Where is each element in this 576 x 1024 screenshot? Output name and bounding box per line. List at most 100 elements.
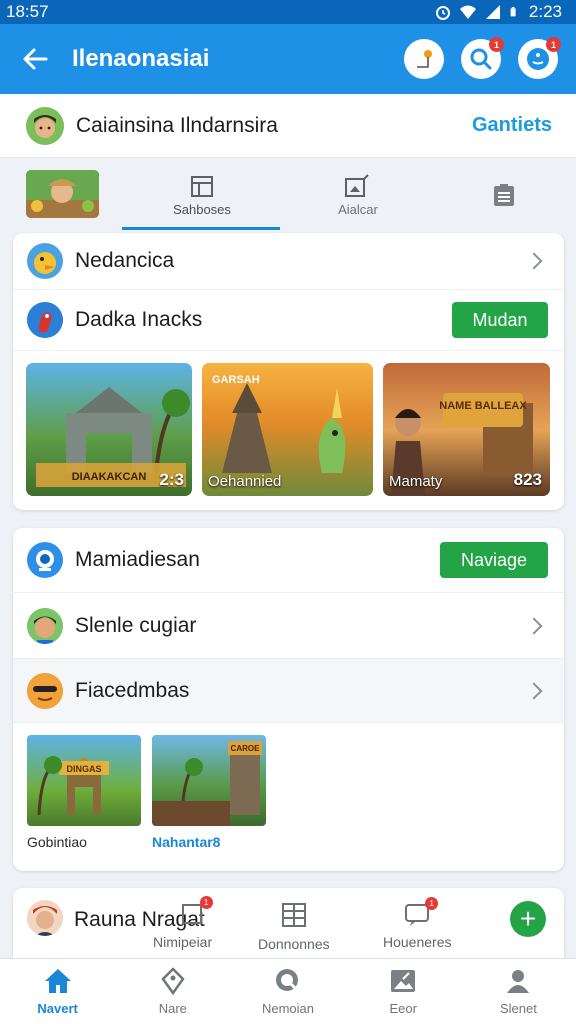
small-thumbnail: DINGAS: [27, 735, 141, 826]
small-thumbnail-item[interactable]: CAROE Nahantar8: [152, 735, 266, 850]
tab-thumbnail[interactable]: [26, 170, 99, 218]
search-button[interactable]: 1: [461, 37, 504, 79]
status-time-left: 18:57: [6, 2, 49, 21]
picture-icon: [345, 173, 369, 197]
naviage-button[interactable]: Naviage: [440, 542, 548, 578]
boy-face-icon: [27, 607, 63, 644]
featured-card: Nedancica Dadka Inacks Mudan DIAAKAKCAN …: [13, 233, 564, 510]
tag-icon: [161, 967, 185, 995]
mudan-button[interactable]: Mudan: [452, 302, 548, 338]
list-item-label: Dadka Inacks: [75, 308, 203, 331]
back-button[interactable]: [18, 42, 52, 76]
small-thumbnails: DINGAS Gobintiao CAROE Nahantar8: [13, 723, 564, 862]
nav-item-image[interactable]: Eeor: [346, 959, 461, 1024]
nav-item-chat-search[interactable]: Nemoian: [230, 959, 345, 1024]
game-thumbnail[interactable]: DIAAKAKCAN 2:3: [26, 363, 192, 496]
alarm-icon: [435, 6, 450, 20]
wifi-icon: [459, 5, 476, 19]
app-bar: Ilenaonasiai 1 1: [0, 24, 576, 94]
arrow-left-icon: [23, 48, 48, 70]
small-thumbnail: CAROE: [152, 735, 266, 826]
search-icon: [470, 48, 492, 70]
pin-button[interactable]: [404, 39, 444, 79]
chat-face-icon: [527, 48, 549, 70]
duck-avatar: [27, 243, 63, 279]
small-thumbnail-caption: Gobintiao: [27, 834, 87, 850]
nav-label: Slenet: [499, 1001, 537, 1016]
avatar: [26, 106, 64, 145]
profile-name: Caiainsina Ilndarnsira: [76, 113, 278, 137]
header-link[interactable]: Gantiets: [472, 114, 552, 137]
tab-sahboses[interactable]: Sahboses: [124, 159, 280, 231]
mini-label: Houeneres: [383, 934, 452, 950]
tab-documents[interactable]: [426, 159, 576, 231]
signal-icon: [485, 5, 500, 19]
user-avatar: [27, 900, 63, 936]
chevron-right-icon: [525, 682, 543, 699]
nav-label: Eeor: [389, 1001, 417, 1016]
list-item-label: Nedancica: [75, 249, 175, 272]
jungle-ruins-image: CAROE: [152, 741, 262, 826]
mini-label: Nimipeiar: [153, 934, 213, 950]
mini-item-donnonnes[interactable]: Donnonnes: [258, 902, 330, 952]
tab-label: Sahboses: [173, 201, 231, 217]
tab-bar: Sahboses Aialcar: [0, 159, 576, 231]
game-thumbnails: DIAAKAKCAN 2:3 GARSAH Oehannied NAME BAL…: [13, 351, 564, 508]
profile-badge: 1: [546, 37, 561, 52]
list-item-fiacedmbas[interactable]: Fiacedmbas: [13, 659, 564, 723]
battery-icon: [510, 7, 516, 17]
table-icon: [281, 903, 306, 927]
list-item-slenle-cugiar[interactable]: Slenle cugiar: [13, 593, 564, 659]
game-thumbnail[interactable]: GARSAH Oehannied: [202, 363, 373, 496]
thumb-number: 2:3: [159, 470, 184, 489]
list-item-dadka-inacks: Dadka Inacks Mudan: [13, 290, 564, 351]
list-item-nedancica[interactable]: Nedancica: [13, 233, 564, 290]
nav-item-home[interactable]: Navert: [0, 959, 115, 1024]
nav-item-tag[interactable]: Nare: [115, 959, 230, 1024]
game-character-image: [26, 170, 99, 218]
mini-item-nimipeiar[interactable]: 1 Nimipeiar: [153, 896, 213, 950]
thumb-banner: NAME BALLEAX: [439, 400, 527, 412]
nav-label: Nare: [158, 1001, 187, 1016]
parrot-icon: [27, 302, 63, 338]
tab-aialcar[interactable]: Aialcar: [280, 159, 436, 231]
camera-avatar: [27, 542, 63, 578]
nav-item-profile[interactable]: Slenet: [461, 959, 576, 1024]
list-item-label: Slenle cugiar: [75, 613, 197, 637]
home-icon: [44, 969, 71, 993]
person-icon: [507, 970, 530, 993]
list-item-label: Fiacedmbas: [75, 678, 190, 702]
image-icon: [391, 970, 416, 992]
duck-icon: [34, 252, 56, 274]
thumb-caption: Oehannied: [208, 473, 282, 490]
thumb-banner: CAROE: [231, 744, 261, 753]
mini-badge: 1: [199, 896, 213, 909]
small-thumbnail-item[interactable]: DINGAS Gobintiao: [27, 735, 141, 850]
pin-icon: [417, 50, 432, 68]
avatar-face-icon: [26, 106, 64, 145]
app-title: Ilenaonasiai: [72, 45, 210, 72]
search-badge: 1: [489, 37, 504, 52]
add-button[interactable]: +: [510, 901, 546, 937]
active-tab-indicator: [122, 227, 280, 230]
nav-label: Navert: [37, 1001, 78, 1016]
status-icons: 2:23: [435, 2, 562, 22]
boy-avatar: [27, 607, 63, 644]
list-item-mamiadiesan: Mamiadiesan Naviage: [13, 528, 564, 593]
game-thumbnail[interactable]: NAME BALLEAX Mamaty 823: [383, 363, 550, 496]
nav-label: Nemoian: [261, 1001, 315, 1016]
mini-badge: 1: [425, 897, 439, 910]
mini-item-houeneres[interactable]: 1 Houeneres: [383, 897, 452, 950]
thumb-banner: DINGAS: [66, 764, 101, 774]
status-bar: 18:57 2:23: [0, 0, 576, 24]
chevron-right-icon: [525, 617, 543, 634]
chevron-right-icon: [525, 252, 543, 270]
document-icon: [494, 184, 514, 206]
user-face-icon: [27, 900, 63, 936]
sunglasses-face-icon: [27, 672, 63, 709]
profile-button[interactable]: 1: [518, 37, 561, 79]
user-card: Rauna Nragat 1 Nimipeiar Donnonnes 1 Hou…: [13, 888, 564, 962]
temple-gate-image: DINGAS: [37, 756, 109, 816]
thumb-banner: GARSAH: [212, 374, 260, 386]
profile-header: Caiainsina Ilndarnsira Gantiets: [0, 94, 576, 158]
